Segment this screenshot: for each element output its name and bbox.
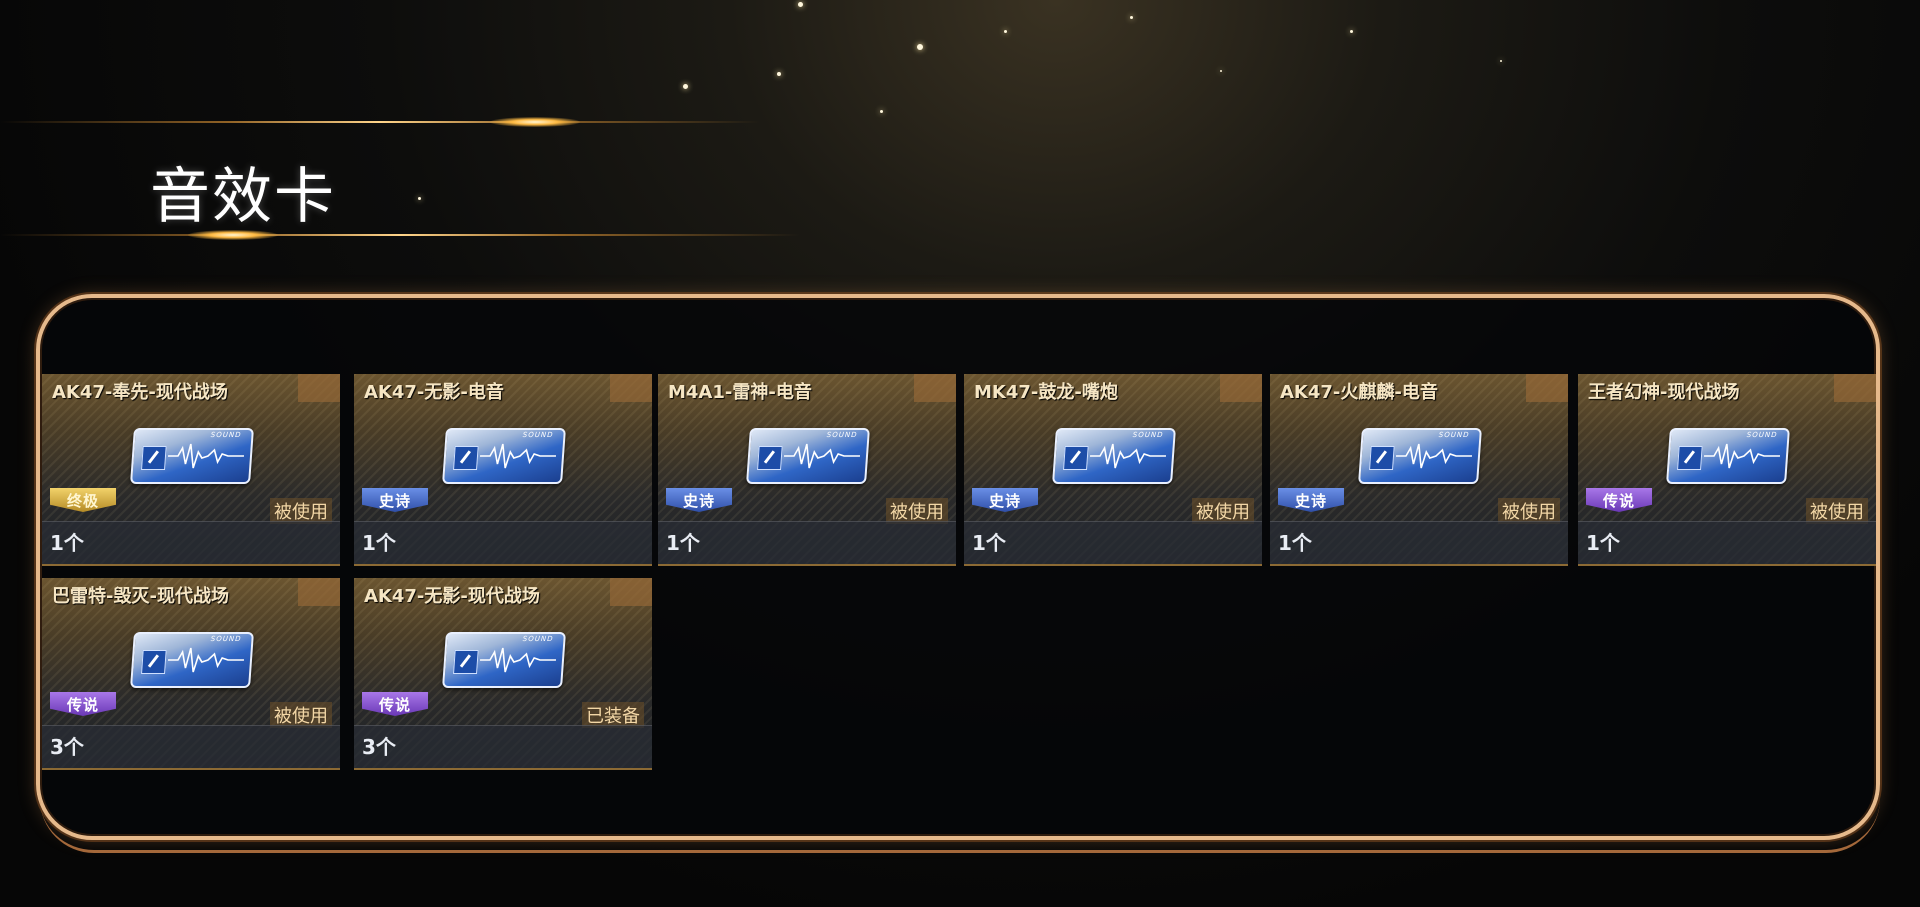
card-corner [298,374,340,402]
sound-wave-icon [783,443,861,469]
card-count: 1个 [1278,531,1312,555]
sparkle [777,72,781,76]
sound-label: SOUND [1438,431,1470,439]
count-bar [1578,521,1876,564]
sound-wave-icon [479,443,557,469]
card-title: AK47-火麒麟-电音 [1280,382,1438,403]
rarity-badge: 传说 [362,692,428,716]
sparkle [1220,70,1222,72]
sound-label: SOUND [522,635,554,643]
rarity-badge: 终极 [50,488,116,512]
sparkle [917,44,923,50]
sound-card-item[interactable]: MK47-鼓龙-嘴炮 SOUND 史诗 被使用 1个 [964,374,1262,566]
card-title: AK47-无影-现代战场 [364,586,540,607]
title-glow-line-bottom [0,234,800,236]
page-title: 音效卡 [150,162,336,232]
card-corner [298,578,340,606]
title-glow-line-top [0,121,760,123]
sound-wave-icon [1703,443,1781,469]
sound-wave-icon [167,647,245,673]
sound-card-icon: SOUND [442,632,566,688]
sound-wave-icon [167,443,245,469]
sound-card-item[interactable]: AK47-无影-电音 SOUND 史诗 1个 [354,374,652,566]
card-count: 1个 [362,531,396,555]
sound-card-item[interactable]: AK47-奉先-现代战场 SOUND 终极 被使用 1个 [42,374,340,566]
note-icon [141,650,167,674]
card-corner [610,578,652,606]
sparkle [683,84,688,89]
card-count: 1个 [50,531,84,555]
note-icon [1063,446,1089,470]
card-corner [1526,374,1568,402]
title-flare-top [490,117,580,127]
sound-card-icon: SOUND [1666,428,1790,484]
card-title: AK47-奉先-现代战场 [52,382,228,403]
sound-card-item[interactable]: M4A1-雷神-电音 SOUND 史诗 被使用 1个 [658,374,956,566]
card-title: 王者幻神-现代战场 [1588,382,1740,403]
sound-card-icon: SOUND [130,632,254,688]
card-count: 1个 [1586,531,1620,555]
note-icon [757,446,783,470]
rarity-badge: 传说 [50,692,116,716]
note-icon [1677,446,1703,470]
rarity-badge: 史诗 [972,488,1038,512]
sound-card-item[interactable]: 巴雷特-毁灭-现代战场 SOUND 传说 被使用 3个 [42,578,340,770]
card-count: 1个 [666,531,700,555]
note-icon [141,446,167,470]
rarity-badge: 史诗 [362,488,428,512]
sparkle [798,2,803,7]
count-bar [1270,521,1568,564]
card-title: M4A1-雷神-电音 [668,382,812,403]
sparkle [1004,30,1007,33]
rarity-badge: 史诗 [1278,488,1344,512]
sparkle [1350,30,1353,33]
card-corner [914,374,956,402]
sound-card-icon: SOUND [1358,428,1482,484]
sound-label: SOUND [1746,431,1778,439]
sparkle [1500,60,1502,62]
note-icon [453,446,479,470]
count-bar [354,725,652,768]
sound-card-icon: SOUND [130,428,254,484]
count-bar [658,521,956,564]
card-corner [1834,374,1876,402]
card-count: 3个 [50,735,84,759]
sound-card-icon: SOUND [1052,428,1176,484]
sparkle [1130,16,1133,19]
sound-card-item[interactable]: 王者幻神-现代战场 SOUND 传说 被使用 1个 [1578,374,1876,566]
sound-label: SOUND [210,635,242,643]
count-bar [354,521,652,564]
sound-label: SOUND [826,431,858,439]
sound-card-icon: SOUND [442,428,566,484]
card-count: 1个 [972,531,1006,555]
sparkle [418,197,421,200]
sound-wave-icon [479,647,557,673]
sound-card-item[interactable]: AK47-火麒麟-电音 SOUND 史诗 被使用 1个 [1270,374,1568,566]
sound-label: SOUND [522,431,554,439]
card-title: MK47-鼓龙-嘴炮 [974,382,1118,403]
sound-label: SOUND [210,431,242,439]
rarity-badge: 传说 [1586,488,1652,512]
card-corner [610,374,652,402]
sound-label: SOUND [1132,431,1164,439]
card-corner [1220,374,1262,402]
sound-wave-icon [1395,443,1473,469]
count-bar [42,725,340,768]
sound-card-item[interactable]: AK47-无影-现代战场 SOUND 传说 已装备 3个 [354,578,652,770]
count-bar [964,521,1262,564]
rarity-badge: 史诗 [666,488,732,512]
sound-wave-icon [1089,443,1167,469]
sparkle [880,110,883,113]
count-bar [42,521,340,564]
card-title: AK47-无影-电音 [364,382,504,403]
card-title: 巴雷特-毁灭-现代战场 [52,586,229,607]
sound-card-icon: SOUND [746,428,870,484]
card-count: 3个 [362,735,396,759]
note-icon [453,650,479,674]
note-icon [1369,446,1395,470]
